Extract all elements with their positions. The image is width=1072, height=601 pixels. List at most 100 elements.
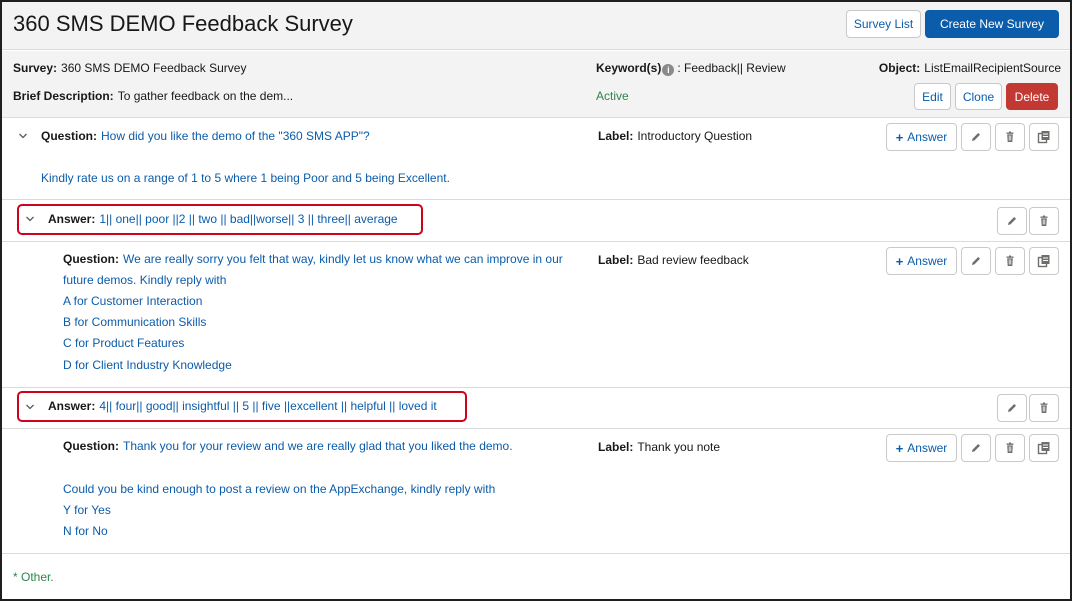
question-label: Question:	[41, 129, 97, 143]
add-answer-button[interactable]: + Answer	[886, 247, 957, 275]
copy-icon	[1037, 442, 1050, 455]
add-answer-button[interactable]: + Answer	[886, 123, 957, 151]
question-text-line: Could you be kind enough to post a revie…	[63, 482, 496, 496]
question-text: Thank you for your review and we are rea…	[123, 439, 513, 453]
edit-question-button[interactable]	[961, 247, 991, 275]
question-text-line: future demos. Kindly reply with	[63, 273, 227, 287]
question-text: How did you like the demo of the "360 SM…	[101, 129, 370, 143]
edit-question-button[interactable]	[961, 434, 991, 462]
pencil-icon	[972, 257, 980, 265]
edit-question-button[interactable]	[961, 123, 991, 151]
survey-info-panel: Survey: 360 SMS DEMO Feedback Survey Keyw…	[2, 51, 1070, 118]
clone-question-button[interactable]	[1029, 247, 1059, 275]
survey-page: 360 SMS DEMO Feedback Survey Survey List…	[0, 0, 1072, 601]
plus-icon: +	[895, 253, 904, 269]
divider	[2, 199, 1070, 200]
divider	[2, 241, 1070, 242]
label-caption: Label:	[598, 440, 634, 454]
page-header: 360 SMS DEMO Feedback Survey Survey List…	[2, 2, 1070, 50]
clone-button[interactable]: Clone	[955, 83, 1002, 110]
label-value: Introductory Question	[637, 129, 753, 143]
keywords-value: : Feedback|| Review	[677, 61, 786, 75]
clone-question-button[interactable]	[1029, 434, 1059, 462]
page-title: 360 SMS DEMO Feedback Survey	[13, 11, 353, 36]
copy-icon	[1037, 255, 1050, 268]
question-text-line: D for Client Industry Knowledge	[63, 358, 232, 372]
object-value: ListEmailRecipientSource	[924, 61, 1061, 75]
delete-question-button[interactable]	[995, 434, 1025, 462]
survey-name-value: 360 SMS DEMO Feedback Survey	[61, 61, 247, 75]
add-answer-button[interactable]: + Answer	[886, 434, 957, 462]
keywords-label: Keyword(s)	[596, 61, 662, 75]
label-caption: Label:	[598, 129, 634, 143]
question-2: Question: We are really sorry you felt th…	[63, 252, 563, 266]
question-text-line: B for Communication Skills	[63, 315, 207, 329]
create-new-survey-button[interactable]: Create New Survey	[925, 10, 1059, 38]
brief-description-field: Brief Description: To gather feedback on …	[13, 89, 293, 103]
copy-icon	[1037, 131, 1050, 144]
question-2-label: Label: Bad review feedback	[598, 253, 749, 267]
answer-1: Answer: 1|| one|| poor ||2 || two || bad|…	[48, 212, 398, 226]
delete-question-button[interactable]	[995, 247, 1025, 275]
edit-answer-button[interactable]	[997, 394, 1027, 422]
survey-name-field: Survey: 360 SMS DEMO Feedback Survey	[13, 61, 246, 75]
question-text-line: A for Customer Interaction	[63, 294, 203, 308]
answer-label: Answer:	[48, 399, 96, 413]
trash-icon	[1040, 402, 1048, 413]
answer-value: 1|| one|| poor ||2 || two || bad||worse|…	[99, 212, 398, 226]
trash-icon	[1006, 255, 1014, 266]
delete-answer-button[interactable]	[1029, 207, 1059, 235]
question-3: Question: Thank you for your review and w…	[63, 439, 513, 453]
answer-label: Answer:	[48, 212, 96, 226]
survey-name-label: Survey:	[13, 61, 58, 75]
question-text: We are really sorry you felt that way, k…	[123, 252, 563, 266]
question-label: Question:	[63, 439, 119, 453]
question-text-line: N for No	[63, 524, 108, 538]
question-3-label: Label: Thank you note	[598, 440, 720, 454]
pencil-icon	[1008, 217, 1016, 225]
pencil-icon	[972, 133, 980, 141]
brief-description-value: To gather feedback on the dem...	[117, 89, 294, 103]
pencil-icon	[1008, 404, 1016, 412]
delete-question-button[interactable]	[995, 123, 1025, 151]
trash-icon	[1006, 442, 1014, 453]
chevron-down-icon[interactable]	[24, 401, 36, 413]
status-badge: Active	[596, 89, 629, 103]
chevron-down-icon[interactable]	[24, 213, 36, 225]
divider	[2, 553, 1070, 554]
edit-answer-button[interactable]	[997, 207, 1027, 235]
pencil-icon	[972, 444, 980, 452]
chevron-down-icon[interactable]	[17, 130, 29, 142]
trash-icon	[1006, 131, 1014, 142]
question-text-line: C for Product Features	[63, 336, 185, 350]
object-label: Object:	[878, 61, 921, 75]
question-text-line: Kindly rate us on a range of 1 to 5 wher…	[41, 171, 450, 185]
other-option[interactable]: * Other.	[13, 570, 54, 584]
divider	[2, 428, 1070, 429]
plus-icon: +	[895, 129, 904, 145]
plus-icon: +	[895, 440, 904, 456]
brief-description-label: Brief Description:	[13, 89, 114, 103]
answer-value: 4|| four|| good|| insightful || 5 || fiv…	[99, 399, 437, 413]
trash-icon	[1040, 215, 1048, 226]
label-caption: Label:	[598, 253, 634, 267]
object-field: Object: ListEmailRecipientSource	[879, 61, 1061, 75]
divider	[2, 387, 1070, 388]
edit-button[interactable]: Edit	[914, 83, 951, 110]
delete-answer-button[interactable]	[1029, 394, 1059, 422]
add-answer-label: Answer	[907, 441, 948, 455]
question-1-label: Label: Introductory Question	[598, 129, 752, 143]
info-icon[interactable]: i	[662, 64, 675, 76]
label-value: Thank you note	[637, 440, 721, 454]
add-answer-label: Answer	[907, 130, 948, 144]
question-1: Question: How did you like the demo of th…	[41, 129, 370, 143]
question-label: Question:	[63, 252, 119, 266]
answer-2: Answer: 4|| four|| good|| insightful || 5…	[48, 399, 437, 413]
survey-list-button[interactable]: Survey List	[846, 10, 921, 38]
clone-question-button[interactable]	[1029, 123, 1059, 151]
delete-button[interactable]: Delete	[1006, 83, 1058, 110]
add-answer-label: Answer	[907, 254, 948, 268]
question-text-line: Y for Yes	[63, 503, 111, 517]
keywords-field: Keyword(s) i: Feedback|| Review	[596, 61, 786, 76]
label-value: Bad review feedback	[637, 253, 749, 267]
